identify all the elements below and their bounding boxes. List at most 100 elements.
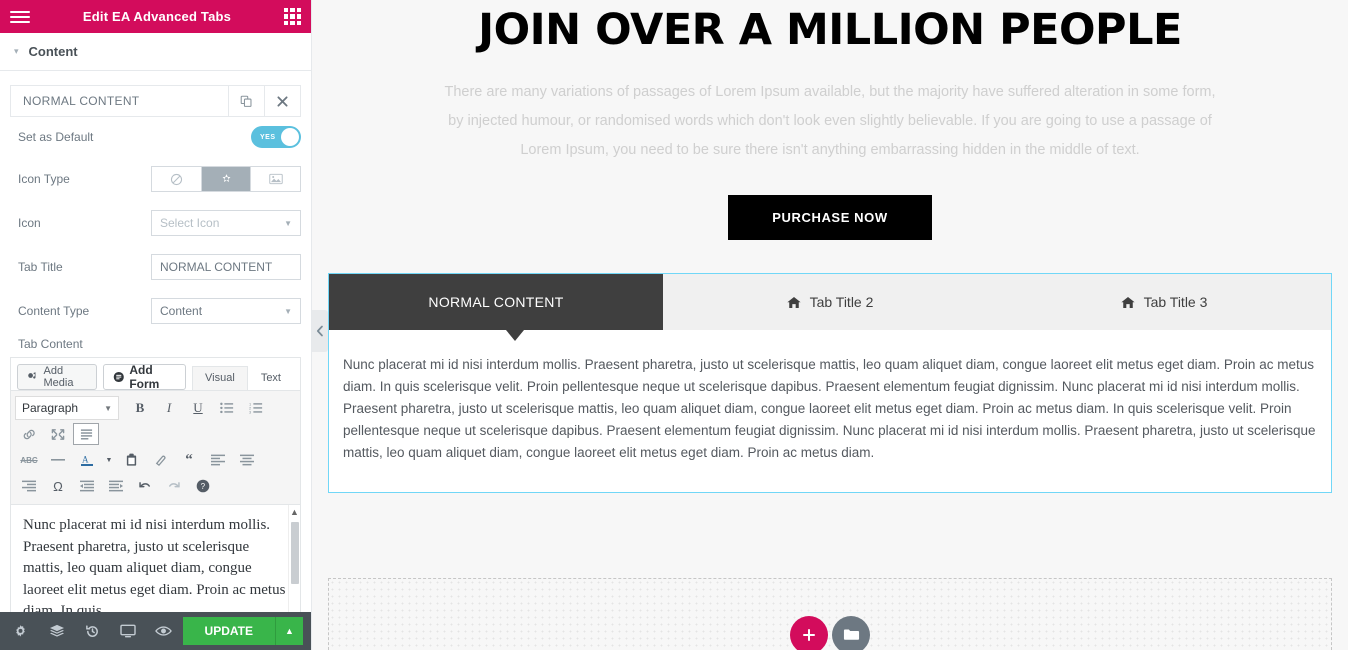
set-as-default-label: Set as Default (18, 130, 94, 144)
panel-footer: UPDATE ▲ (0, 612, 311, 650)
horizontal-rule-icon[interactable] (44, 447, 72, 473)
outdent-icon[interactable] (73, 473, 101, 499)
plus-icon[interactable] (790, 616, 828, 650)
folder-icon[interactable] (832, 616, 870, 650)
icon-type-none-option[interactable] (152, 167, 201, 191)
redo-icon[interactable] (160, 473, 188, 499)
hero-paragraph: There are many variations of passages of… (444, 84, 1216, 158)
panel-title: Edit EA Advanced Tabs (82, 9, 232, 24)
toolbar-toggle-icon[interactable] (73, 423, 99, 445)
tabs-bar: NORMAL CONTENT Tab Title 2 Tab Title 3 (329, 274, 1331, 330)
toolbar-row-3: ABC A ▼ “ (15, 447, 296, 473)
format-select-value: Paragraph (22, 401, 79, 415)
editor-top-bar: Add Media Add Form Visual Text (11, 358, 300, 391)
tab-normal-content[interactable]: NORMAL CONTENT (329, 274, 663, 330)
hamburger-icon[interactable] (10, 9, 30, 25)
advanced-tabs-widget[interactable]: NORMAL CONTENT Tab Title 2 Tab Title 3 N… (328, 273, 1332, 493)
page-title: JOIN OVER A MILLION PEOPLE (478, 5, 1182, 55)
align-center-icon[interactable] (233, 447, 261, 473)
chevron-down-icon: ▼ (284, 218, 292, 228)
tab-visual[interactable]: Visual (192, 366, 248, 390)
layers-icon[interactable] (40, 612, 74, 650)
tab-text[interactable]: Text (248, 366, 294, 390)
grid-icon[interactable] (284, 8, 301, 25)
panel-header: Edit EA Advanced Tabs (0, 0, 311, 33)
icon-label: Icon (18, 216, 41, 230)
hero-section: JOIN OVER A MILLION PEOPLE There are man… (312, 0, 1348, 240)
scroll-up-icon[interactable]: ▲ (289, 505, 300, 517)
strikethrough-icon[interactable]: ABC (15, 447, 43, 473)
control-icon: Icon Select Icon ▼ (0, 201, 311, 245)
tab-content-label: Tab Content (18, 337, 83, 351)
control-tab-title: Tab Title NORMAL CONTENT (0, 245, 311, 289)
update-options-caret[interactable]: ▲ (275, 617, 303, 645)
editor-scrollbar[interactable]: ▲ (288, 505, 300, 612)
italic-icon[interactable]: I (155, 395, 183, 421)
update-button[interactable]: UPDATE (182, 617, 275, 645)
update-button-group: UPDATE ▲ (182, 617, 303, 645)
undo-icon[interactable] (131, 473, 159, 499)
eye-icon[interactable] (147, 612, 181, 650)
svg-text:?: ? (201, 482, 206, 491)
editor-content-area[interactable]: Nunc placerat mi id nisi interdum mollis… (11, 505, 300, 612)
tab-label: Tab Title 3 (1143, 294, 1208, 310)
tab-title-label: Tab Title (18, 260, 63, 274)
repeater-item-title: NORMAL CONTENT (23, 94, 140, 108)
home-icon (786, 296, 801, 309)
tab-label: NORMAL CONTENT (428, 294, 564, 310)
scrollbar-thumb[interactable] (291, 522, 299, 584)
set-as-default-toggle[interactable]: YES (251, 126, 301, 148)
bulleted-list-icon[interactable] (213, 395, 241, 421)
tab-title-2[interactable]: Tab Title 2 (663, 274, 997, 330)
add-form-label: Add Form (129, 363, 160, 391)
toggle-value: YES (260, 133, 276, 141)
blockquote-icon[interactable]: “ (175, 447, 203, 473)
close-icon[interactable] (264, 86, 300, 116)
panel-collapse-toggle[interactable] (312, 310, 328, 352)
icon-type-icon-option[interactable] (200, 167, 251, 191)
toolbar-row-2 (15, 421, 296, 447)
content-type-value: Content (160, 304, 203, 318)
section-label: Content (28, 44, 78, 59)
add-section-buttons (790, 616, 870, 650)
text-color-icon[interactable]: A (73, 447, 101, 473)
icon-type-choices (151, 166, 301, 192)
content-section-header[interactable]: ▾ Content (0, 33, 311, 71)
control-set-as-default: Set as Default YES (0, 117, 311, 157)
indent-icon[interactable] (102, 473, 130, 499)
chevron-down-icon: ▾ (14, 46, 19, 56)
underline-icon[interactable]: U (184, 395, 212, 421)
special-character-icon[interactable]: Ω (44, 473, 72, 499)
copy-icon[interactable] (228, 86, 264, 116)
format-select[interactable]: Paragraph ▼ (15, 396, 119, 420)
numbered-list-icon[interactable]: 1 2 3 (242, 395, 270, 421)
keyboard-shortcuts-icon[interactable]: ? (189, 473, 217, 499)
tab-title-input[interactable]: NORMAL CONTENT (151, 254, 301, 280)
content-type-select[interactable]: Content ▼ (151, 298, 301, 324)
toolbar-row-4: Ω ? (15, 473, 296, 499)
svg-text:A: A (82, 455, 89, 465)
editor-panel: Edit EA Advanced Tabs ▾ Content NORMAL C… (0, 0, 312, 650)
text-color-arrow-icon[interactable]: ▼ (102, 447, 116, 473)
link-icon[interactable] (15, 421, 43, 447)
align-left-icon[interactable] (204, 447, 232, 473)
icon-select[interactable]: Select Icon ▼ (151, 210, 301, 236)
repeater-item-normal-content[interactable]: NORMAL CONTENT (10, 85, 301, 117)
gear-icon[interactable] (4, 612, 38, 650)
history-icon[interactable] (75, 612, 109, 650)
tab-title-3[interactable]: Tab Title 3 (997, 274, 1331, 330)
monitor-icon[interactable] (111, 612, 145, 650)
editor-text: Nunc placerat mi id nisi interdum mollis… (23, 517, 286, 612)
editor-toolbar: Paragraph ▼ B I U 1 2 3 ABC A ▼ “ Ω ? (11, 390, 300, 505)
editor-mode-tabs: Visual Text (192, 366, 294, 390)
add-form-button[interactable]: Add Form (102, 363, 187, 391)
bold-icon[interactable]: B (126, 395, 154, 421)
purchase-now-button[interactable]: PURCHASE NOW (728, 195, 932, 240)
add-media-button[interactable]: Add Media (17, 364, 97, 390)
paste-as-text-icon[interactable] (117, 447, 145, 473)
align-right-icon[interactable] (15, 473, 43, 499)
elementor-editor: Edit EA Advanced Tabs ▾ Content NORMAL C… (0, 0, 1348, 650)
fullscreen-icon[interactable] (44, 421, 72, 447)
icon-type-image-option[interactable] (250, 167, 300, 191)
clear-formatting-icon[interactable] (146, 447, 174, 473)
